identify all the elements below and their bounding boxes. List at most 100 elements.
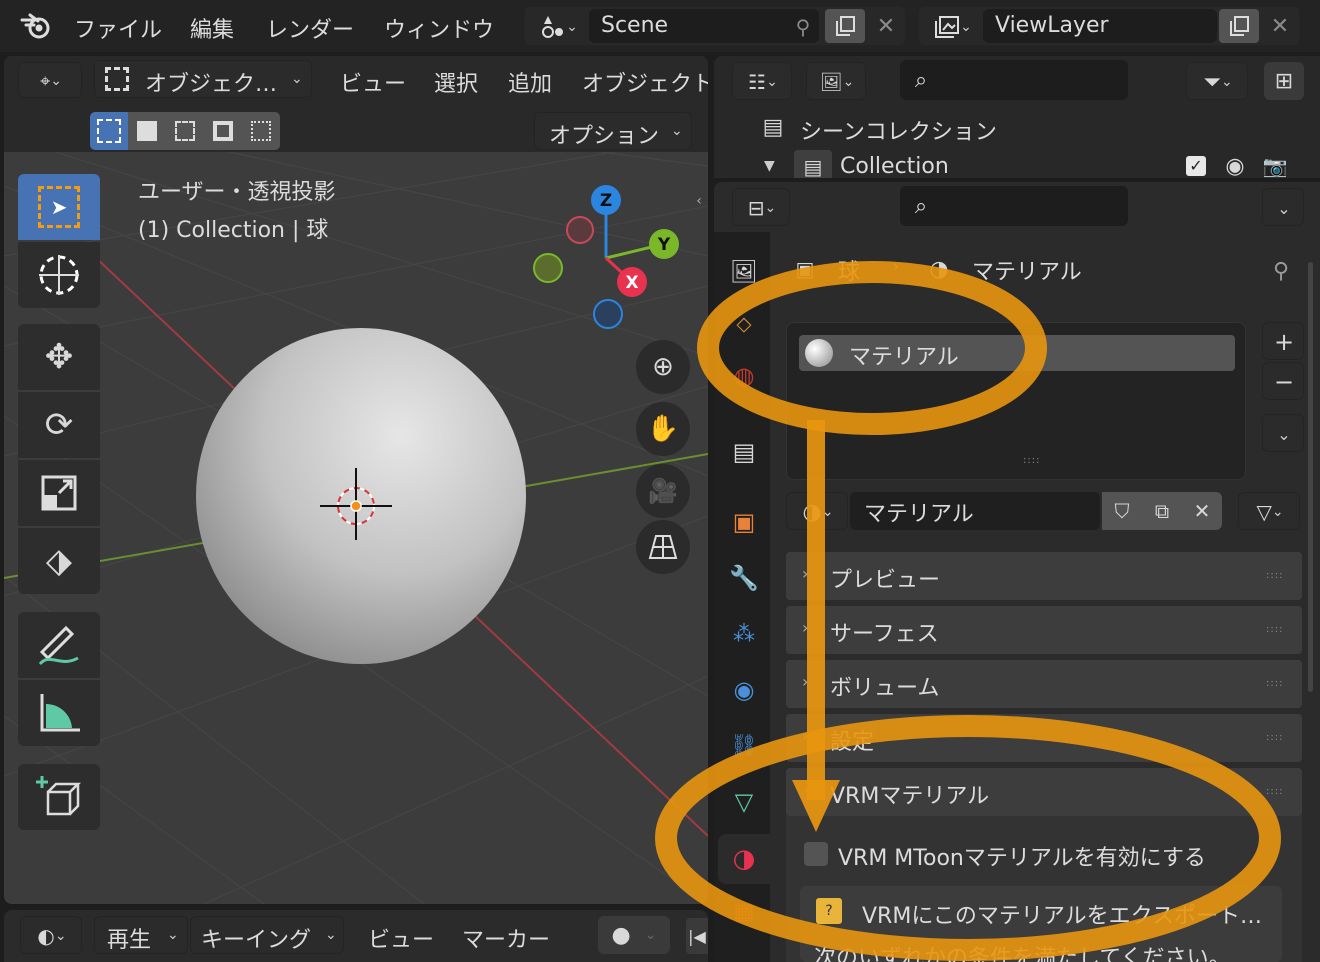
output-tab-icon[interactable]: ⬦ <box>724 304 764 344</box>
slot-list-resize-grip[interactable]: :::: <box>1023 455 1040 466</box>
new-collection-icon[interactable]: ⊞ <box>1264 62 1304 100</box>
timeline-marker-menu[interactable]: マーカー <box>462 922 550 954</box>
settings-expand-icon: › <box>802 726 809 745</box>
material-slot-row[interactable]: マテリアル <box>799 335 1235 371</box>
link-type-button[interactable]: ▽ ⌄ <box>1238 492 1300 530</box>
properties-pin-icon[interactable]: ⚲ <box>1264 254 1298 288</box>
properties-scrollbar[interactable] <box>1308 262 1313 692</box>
options-dropdown[interactable]: オプション ⌄ <box>534 112 692 150</box>
properties-options-button[interactable]: ⌄ <box>1262 188 1304 226</box>
scene-selector[interactable]: ⌄ Scene ⚲ ✕ <box>524 6 906 46</box>
mode-label: オブジェク… <box>145 72 278 97</box>
settings-panel[interactable]: › 設定 :::: <box>786 714 1302 762</box>
record-icon[interactable]: ● ⌄ <box>598 916 670 954</box>
transform-tool[interactable]: ⬗ <box>18 528 100 594</box>
blender-logo-icon[interactable] <box>18 10 54 42</box>
close-scene-icon[interactable]: ✕ <box>869 9 903 43</box>
modifier-tab-icon[interactable]: 🔧 <box>724 558 764 598</box>
menu-view[interactable]: ビュー <box>340 66 406 98</box>
preview-panel[interactable]: › プレビュー :::: <box>786 552 1302 600</box>
zoom-icon[interactable]: ⊕ <box>636 340 690 394</box>
select-new-icon[interactable] <box>90 112 128 150</box>
texture-tab-icon[interactable]: ▦ <box>724 892 764 932</box>
keying-menu[interactable]: キーイング ⌄ <box>190 916 344 954</box>
add-slot-button[interactable]: + <box>1262 322 1304 360</box>
properties-search-input[interactable]: ⌕ <box>900 186 1128 226</box>
select-subtract-icon[interactable] <box>166 112 204 150</box>
rotate-tool[interactable]: ⟳ <box>18 392 100 458</box>
select-invert-icon[interactable] <box>204 112 242 150</box>
measure-tool[interactable] <box>18 680 100 746</box>
menu-file[interactable]: ファイル <box>74 12 162 44</box>
render-camera-icon[interactable]: 📷 <box>1260 152 1290 178</box>
collection-expand-icon[interactable]: ▼ <box>764 158 775 174</box>
display-mode-button[interactable]: 🖼 ⌄ <box>806 62 866 100</box>
jump-start-icon[interactable]: |◀ <box>686 918 708 954</box>
constraints-tab-icon[interactable]: ⛓ <box>724 726 764 766</box>
view-layer-icon[interactable]: ⌄ <box>925 11 981 43</box>
vrm-export-box: ? VRMにこのマテリアルをエクスポート… 次のいずれかの条件を満たしてください… <box>800 886 1282 962</box>
sphere-object <box>196 328 526 664</box>
remove-slot-button[interactable]: − <box>1262 362 1304 400</box>
vrm-mtoon-checkbox-label[interactable]: VRM MToonマテリアルを有効にする <box>838 840 1206 872</box>
select-box-tool[interactable]: ➤ <box>18 174 100 240</box>
slot-specials-button[interactable]: ⌄ <box>1262 414 1304 452</box>
data-tab-icon[interactable]: ▽ <box>724 782 764 822</box>
select-extend-icon[interactable] <box>128 112 166 150</box>
timeline-editor-type[interactable]: ◐ ⌄ <box>20 916 82 954</box>
select-intersect-icon[interactable] <box>242 112 280 150</box>
menu-render[interactable]: レンダー <box>266 12 354 44</box>
menu-object[interactable]: オブジェクト <box>582 66 708 98</box>
perspective-grid-icon[interactable] <box>636 520 690 574</box>
copy-scene-icon[interactable] <box>825 9 865 43</box>
unlink-material-icon[interactable]: ✕ <box>1182 492 1222 530</box>
copy-view-layer-icon[interactable] <box>1219 9 1259 43</box>
material-slot-list[interactable]: マテリアル :::: <box>786 322 1246 480</box>
view-layer-selector[interactable]: ⌄ ViewLayer ✕ <box>918 6 1300 46</box>
outliner-search-input[interactable]: ⌕ <box>900 60 1128 100</box>
editor-type-button[interactable]: ⌖ ⌄ <box>18 62 82 98</box>
add-cube-tool[interactable] <box>18 764 100 830</box>
volume-panel[interactable]: › ボリューム :::: <box>786 660 1302 708</box>
physics-tab-icon[interactable]: ◉ <box>724 670 764 710</box>
properties-editor-type[interactable]: ⊟ ⌄ <box>732 188 790 226</box>
collection-tab-icon[interactable]: ▤ <box>724 432 764 472</box>
menu-edit[interactable]: 編集 <box>190 12 234 44</box>
collection-label[interactable]: Collection <box>840 154 949 178</box>
sidebar-toggle-icon[interactable]: ‹ <box>690 186 708 216</box>
material-browse-button[interactable]: ◑ ⌄ <box>786 492 848 530</box>
close-view-layer-icon[interactable]: ✕ <box>1263 9 1297 43</box>
vrm-material-panel: ⌄ VRMマテリアル :::: VRM MToonマテリアルを有効にする ? V… <box>786 768 1302 962</box>
duplicate-material-icon[interactable]: ⧉ <box>1142 492 1182 530</box>
filter-button[interactable]: ⏷ ⌄ <box>1186 62 1248 100</box>
move-tool[interactable]: ✥ <box>18 324 100 390</box>
outliner-editor-type[interactable]: ☷ ⌄ <box>732 62 792 100</box>
exclude-checkbox[interactable]: ✓ <box>1186 156 1206 176</box>
object-tab-icon[interactable]: ▣ <box>724 502 764 542</box>
render-tab-icon[interactable]: 🖼 <box>724 252 764 292</box>
vrm-mtoon-checkbox[interactable] <box>804 842 828 866</box>
annotate-tool[interactable] <box>18 612 100 678</box>
pin-icon[interactable]: ⚲ <box>787 11 819 43</box>
playback-menu[interactable]: 再生 ⌄ <box>94 916 188 954</box>
material-tab-icon[interactable]: ◑ <box>718 834 770 884</box>
visibility-eye-icon[interactable]: ◉ <box>1220 152 1250 179</box>
surface-panel[interactable]: › サーフェス :::: <box>786 606 1302 654</box>
pan-hand-icon[interactable]: ✋ <box>636 402 690 456</box>
navigation-gizmo[interactable]: Z Y X <box>524 180 684 340</box>
top-bar: ファイル 編集 レンダー ウィンドウ ⌄ Scene ⚲ ✕ ⌄ ViewLay… <box>0 0 1320 52</box>
particles-tab-icon[interactable]: ⁂ <box>724 614 764 654</box>
menu-select[interactable]: 選択 <box>434 66 478 98</box>
menu-add[interactable]: 追加 <box>508 66 552 98</box>
fake-user-shield-icon[interactable]: ⛉ <box>1102 492 1142 530</box>
vrm-panel-header[interactable]: ⌄ VRMマテリアル :::: <box>786 768 1302 816</box>
world-tab-icon[interactable]: ◍ <box>724 356 764 396</box>
camera-view-icon[interactable]: 🎥 <box>636 464 690 518</box>
mode-selector[interactable]: オブジェク… ⌄ <box>94 60 312 98</box>
scene-icon[interactable]: ⌄ <box>531 11 587 43</box>
cursor-tool[interactable] <box>18 242 100 308</box>
viewport-area[interactable]: ⌖ ⌄ オブジェク… ⌄ ビュー 選択 追加 オブジェクト オプション ⌄ ユー… <box>4 56 708 904</box>
timeline-view-menu[interactable]: ビュー <box>368 922 434 954</box>
menu-window[interactable]: ウィンドウ <box>384 12 494 44</box>
scale-tool[interactable] <box>18 460 100 526</box>
